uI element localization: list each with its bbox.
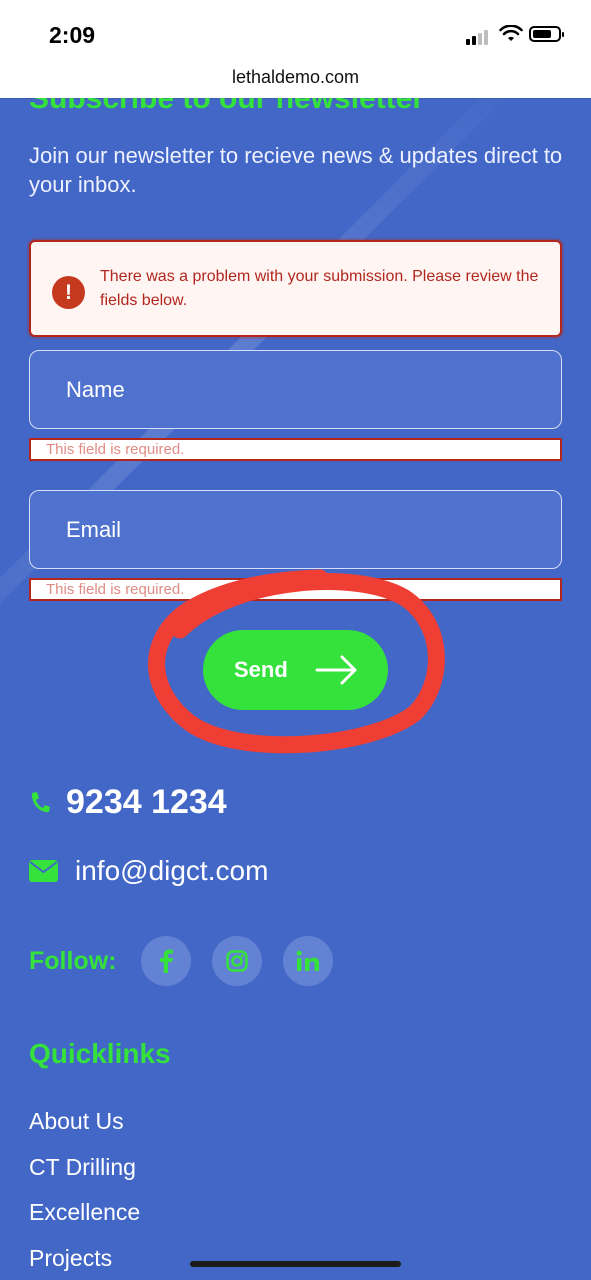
newsletter-heading: Subscribe to our newsletter [29,98,425,115]
email-address: info@digct.com [75,855,269,886]
warning-icon: ! [52,276,85,309]
quicklink-projects[interactable]: Projects [29,1245,112,1272]
phone-number: 9234 1234 [66,783,227,821]
arrow-right-icon [315,655,357,685]
url-text: lethaldemo.com [231,67,360,87]
battery-icon [529,26,564,42]
wifi-icon [499,25,523,41]
error-alert-text: There was a problem with your submission… [100,268,539,309]
send-button[interactable]: Send [203,630,388,710]
linkedin-icon [297,950,320,971]
quicklink-about-us[interactable]: About Us [29,1108,124,1135]
email-field-error: This field is required. [29,578,562,601]
follow-label: Follow: [29,946,117,975]
facebook-icon [160,949,174,973]
error-alert: ! There was a problem with your submissi… [29,240,562,337]
cellular-signal-icon [466,27,490,45]
send-button-label: Send [234,657,288,682]
email-field-label: Email [66,517,122,542]
name-field-error: This field is required. [29,438,562,461]
quicklink-ct-drilling[interactable]: CT Drilling [29,1154,136,1181]
instagram-button[interactable] [212,936,263,986]
name-field[interactable]: Name [29,350,562,429]
home-indicator[interactable] [190,1261,401,1267]
instagram-icon [226,950,249,972]
name-field-label: Name [66,377,125,402]
email-field[interactable]: Email [29,490,562,569]
status-time: 2:09 [49,22,96,48]
page-content: Subscribe to our newsletter Join our new… [0,98,591,1280]
address-bar[interactable]: lethaldemo.com [0,62,591,98]
facebook-button[interactable] [141,936,192,986]
ios-status-bar: 2:09 [0,0,591,62]
phone-row[interactable]: 9234 1234 [29,783,227,822]
follow-row: Follow: [29,936,354,986]
quicklink-excellence[interactable]: Excellence [29,1199,140,1226]
newsletter-intro: Join our newsletter to recieve news & up… [29,143,563,197]
email-row[interactable]: info@digct.com [29,855,268,887]
quicklinks-heading: Quicklinks [29,1038,171,1069]
envelope-icon [29,860,58,882]
linkedin-button[interactable] [283,936,334,986]
phone-icon [31,791,50,812]
